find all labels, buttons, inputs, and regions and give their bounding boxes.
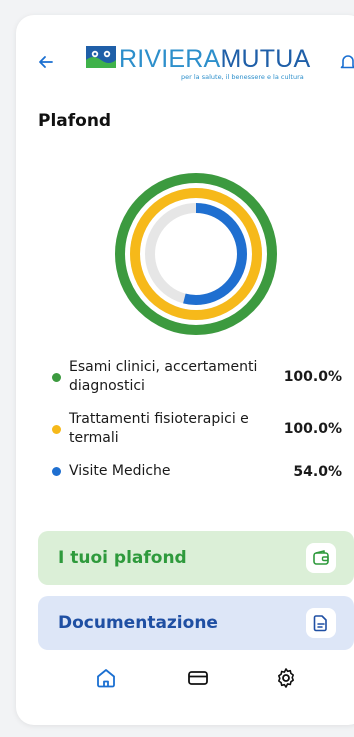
legend-value: 100.0%: [283, 369, 342, 385]
page-title: Plafond: [38, 111, 112, 131]
plafond-donut-chart: [115, 173, 277, 335]
legend-value: 100.0%: [283, 421, 342, 437]
legend-row: Trattamenti fisioterapici e termali 100.…: [52, 410, 342, 448]
legend-dot-blue: [52, 467, 61, 476]
plafond-card: Esami clinici, accertamenti diagnostici …: [38, 153, 354, 519]
legend-row: Esami clinici, accertamenti diagnostici …: [52, 358, 342, 396]
logo-riviera-text: RIVIERA: [119, 45, 221, 73]
legend-dot-green: [52, 372, 61, 382]
logo-mark-icon: [86, 46, 116, 68]
card-icon[interactable]: [186, 666, 210, 690]
home-icon[interactable]: [94, 666, 118, 690]
settings-icon[interactable]: [274, 666, 298, 690]
documentazione-label: Documentazione: [58, 613, 218, 633]
legend-label: Visite Mediche: [69, 463, 171, 479]
wallet-icon: [306, 543, 336, 573]
app-header: RIVIERAMUTUA per la salute, il benessere…: [0, 0, 354, 90]
logo-wordmark: RIVIERAMUTUA: [119, 45, 310, 74]
bottom-navigation: [38, 656, 338, 696]
legend-row: Visite Mediche 54.0%: [52, 462, 342, 481]
rivieramutua-logo: RIVIERAMUTUA per la salute, il benessere…: [86, 44, 316, 82]
legend-label: Trattamenti fisioterapici e termali: [69, 411, 249, 446]
i-tuoi-plafond-label: I tuoi plafond: [58, 548, 187, 568]
logo-mutua-text: MUTUA: [220, 45, 311, 73]
back-arrow-icon[interactable]: [36, 52, 56, 72]
legend-label: Esami clinici, accertamenti diagnostici: [69, 359, 258, 394]
i-tuoi-plafond-button[interactable]: I tuoi plafond: [38, 531, 354, 585]
documentazione-button[interactable]: Documentazione: [38, 596, 354, 650]
legend-dot-yellow: [52, 424, 61, 434]
plafond-legend: Esami clinici, accertamenti diagnostici …: [52, 358, 342, 495]
legend-value: 54.0%: [293, 463, 342, 480]
bell-icon[interactable]: [338, 52, 354, 72]
ring-progress-0: [115, 173, 277, 335]
logo-tagline: per la salute, il benessere e la cultura: [181, 73, 304, 81]
document-icon: [306, 608, 336, 638]
